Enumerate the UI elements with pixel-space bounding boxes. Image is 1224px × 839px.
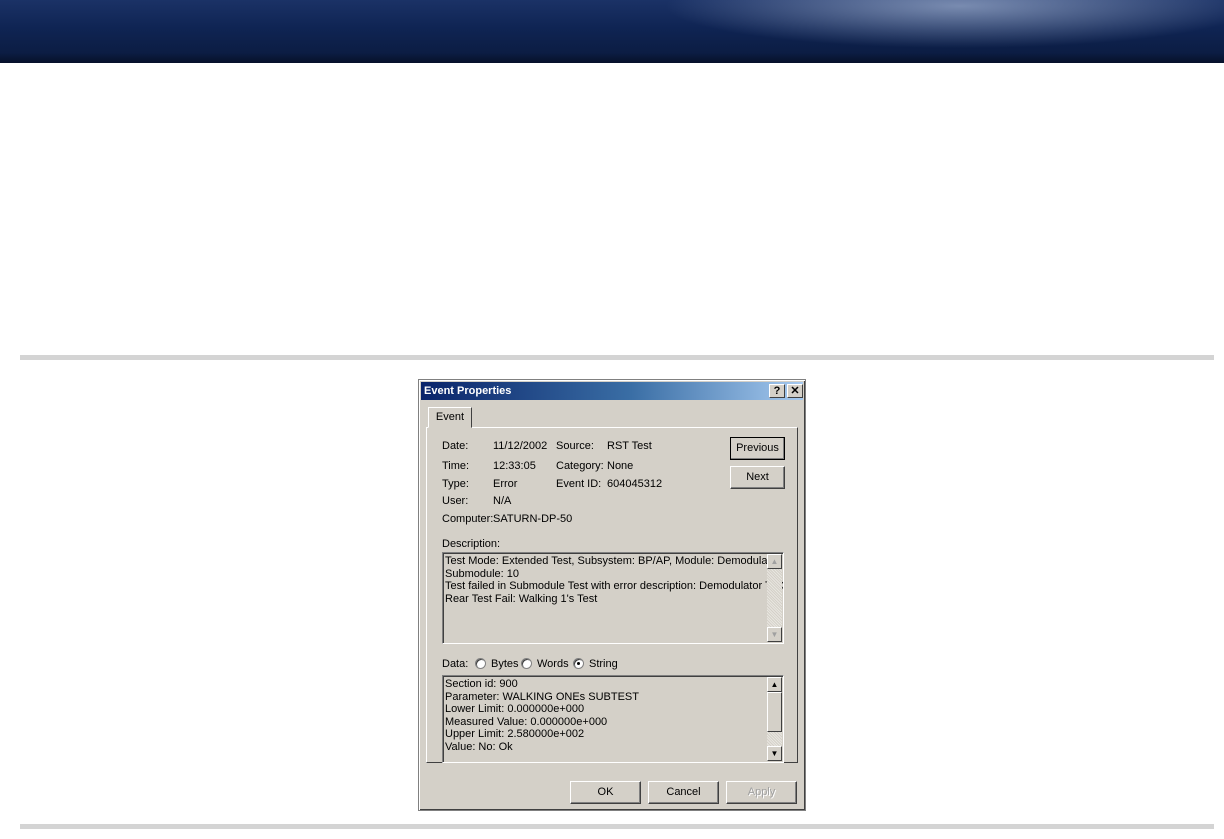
computer-value: SATURN-DP-50 xyxy=(493,513,573,525)
words-radio[interactable] xyxy=(521,658,532,669)
data-line: Measured Value: 0.000000e+000 xyxy=(445,715,608,728)
user-label: User: xyxy=(442,495,469,507)
scroll-down-arrow-icon[interactable]: ▼ xyxy=(767,746,782,761)
scroll-up-arrow-icon[interactable]: ▲ xyxy=(767,554,782,569)
description-line: Test Mode: Extended Test, Subsystem: BP/… xyxy=(445,555,783,567)
bytes-radio-label: Bytes xyxy=(491,658,519,670)
header-banner xyxy=(0,0,1224,63)
string-radio-label: String xyxy=(589,658,618,670)
bytes-radio[interactable] xyxy=(475,658,486,669)
type-label: Type: xyxy=(442,478,469,490)
next-button[interactable]: Next xyxy=(730,466,785,489)
dialog-title: Event Properties xyxy=(424,385,512,397)
date-value: 11/12/2002 xyxy=(493,440,548,452)
category-label: Category: xyxy=(556,460,604,472)
data-label: Data: xyxy=(442,658,469,670)
data-line: Section id: 900 xyxy=(445,678,518,690)
data-line: Lower Limit: 0.000000e+000 xyxy=(445,703,585,715)
cancel-button[interactable]: Cancel xyxy=(648,781,719,804)
category-value: None xyxy=(607,460,634,472)
string-radio[interactable] xyxy=(573,658,584,669)
event-id-value: 604045312 xyxy=(607,478,663,490)
ok-button[interactable]: OK xyxy=(570,781,641,804)
computer-label: Computer: xyxy=(442,513,494,525)
close-icon[interactable]: ✕ xyxy=(787,384,803,398)
description-text: Test Mode: Extended Test, Subsystem: BP/… xyxy=(445,555,784,605)
dialog-titlebar[interactable]: Event Properties ? ✕ xyxy=(421,382,803,400)
date-label: Date: xyxy=(442,440,469,452)
data-textbox[interactable]: Section id: 900 Parameter: WALKING ONEs … xyxy=(442,675,784,763)
scroll-thumb[interactable] xyxy=(767,692,782,732)
description-line: Submodule: 10 xyxy=(445,567,519,580)
description-scrollbar[interactable]: ▲ ▼ xyxy=(767,554,782,642)
data-text: Section id: 900 Parameter: WALKING ONEs … xyxy=(445,678,639,753)
help-icon[interactable]: ? xyxy=(769,384,785,398)
scroll-up-arrow-icon[interactable]: ▲ xyxy=(767,677,782,692)
description-textbox[interactable]: Test Mode: Extended Test, Subsystem: BP/… xyxy=(442,552,784,644)
words-radio-label: Words xyxy=(537,658,569,670)
time-label: Time: xyxy=(442,460,470,472)
data-scrollbar[interactable]: ▲ ▼ xyxy=(767,677,782,761)
description-label: Description: xyxy=(442,538,501,550)
event-id-label: Event ID: xyxy=(556,478,602,490)
top-divider xyxy=(20,355,1214,360)
user-value: N/A xyxy=(493,495,512,507)
bottom-divider xyxy=(20,824,1214,829)
event-tab-panel: Date: 11/12/2002 Source: RST Test Time: … xyxy=(426,427,798,763)
scroll-down-arrow-icon[interactable]: ▼ xyxy=(767,627,782,642)
description-line: Rear Test Fail: Walking 1's Test xyxy=(445,592,598,605)
data-line: Value: No: Ok xyxy=(445,740,513,753)
description-line: Test failed in Submodule Test with error… xyxy=(445,580,784,592)
source-label: Source: xyxy=(556,440,594,452)
tab-event[interactable]: Event xyxy=(428,407,472,428)
previous-button[interactable]: Previous xyxy=(730,437,785,460)
data-line: Upper Limit: 2.580000e+002 xyxy=(445,728,585,740)
data-line: Parameter: WALKING ONEs SUBTEST xyxy=(445,690,639,703)
apply-button[interactable]: Apply xyxy=(726,781,797,804)
event-properties-dialog: Event Properties ? ✕ Event Date: 11/12/2… xyxy=(418,379,806,811)
type-value: Error xyxy=(493,478,518,490)
source-value: RST Test xyxy=(607,440,652,452)
time-value: 12:33:05 xyxy=(493,460,536,472)
